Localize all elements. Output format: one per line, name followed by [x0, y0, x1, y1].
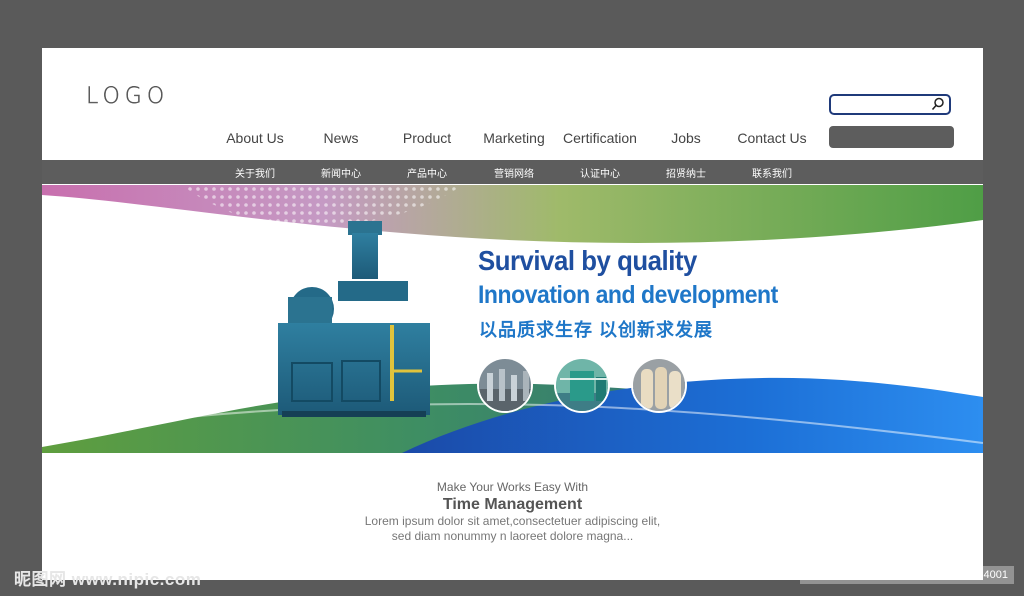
search-icon[interactable]: [931, 97, 945, 111]
subnav-item-about[interactable]: 关于我们: [235, 165, 275, 180]
subnav-item-product[interactable]: 产品中心: [407, 165, 447, 180]
sub-nav: 关于我们 新闻中心 产品中心 营销网络 认证中心 招贤纳士 联系我们: [42, 160, 983, 184]
intro-title: Time Management: [442, 496, 583, 513]
main-nav: About Us News Product Marketing Certific…: [42, 130, 822, 150]
subnav-item-contact[interactable]: 联系我们: [752, 165, 792, 180]
subnav-item-marketing[interactable]: 营销网络: [494, 165, 534, 180]
hero-banner[interactable]: Survival by quality Innovation and devel…: [42, 185, 983, 453]
watermark-right: ID:8051772 NO:20210106132450254001: [800, 566, 1014, 584]
page-canvas: LOGO About Us News Product Marketing Cer…: [42, 48, 983, 580]
nav-item-certification[interactable]: Certification: [563, 130, 637, 146]
search-input[interactable]: [831, 97, 943, 115]
search-button[interactable]: [829, 126, 954, 148]
subnav-item-certification[interactable]: 认证中心: [580, 165, 620, 180]
intro-text: Lorem ipsum dolor sit amet,consectetuer …: [42, 514, 983, 544]
banner-slogan-en-2: Innovation and development: [478, 281, 778, 309]
nav-item-news[interactable]: News: [323, 130, 358, 146]
subnav-item-jobs[interactable]: 招贤纳士: [666, 165, 706, 180]
subnav-item-news[interactable]: 新闻中心: [321, 165, 361, 180]
intro-text-line-2: sed diam nonummy n laoreet dolore magna.…: [391, 529, 634, 543]
intro-subtitle: Make Your Works Easy With: [436, 480, 589, 494]
search-box: [829, 94, 951, 115]
nav-item-jobs[interactable]: Jobs: [671, 130, 701, 146]
watermark-left: 昵图网 www.nipic.com: [14, 570, 202, 589]
banner-thumbnail-1[interactable]: [477, 357, 533, 413]
nav-item-marketing[interactable]: Marketing: [483, 130, 544, 146]
nav-item-product[interactable]: Product: [403, 130, 451, 146]
logo[interactable]: LOGO: [86, 84, 169, 109]
intro-text-line-1: Lorem ipsum dolor sit amet,consectetuer …: [364, 514, 661, 528]
banner-thumbnail-2[interactable]: [554, 357, 610, 413]
nav-item-about-us[interactable]: About Us: [226, 130, 284, 146]
nav-item-contact-us[interactable]: Contact Us: [737, 130, 806, 146]
banner-slogan-cn: 以品质求生存 以创新求发展: [479, 320, 713, 340]
banner-slogan-en-1: Survival by quality: [478, 245, 697, 276]
banner-thumbnail-3[interactable]: [631, 357, 687, 413]
